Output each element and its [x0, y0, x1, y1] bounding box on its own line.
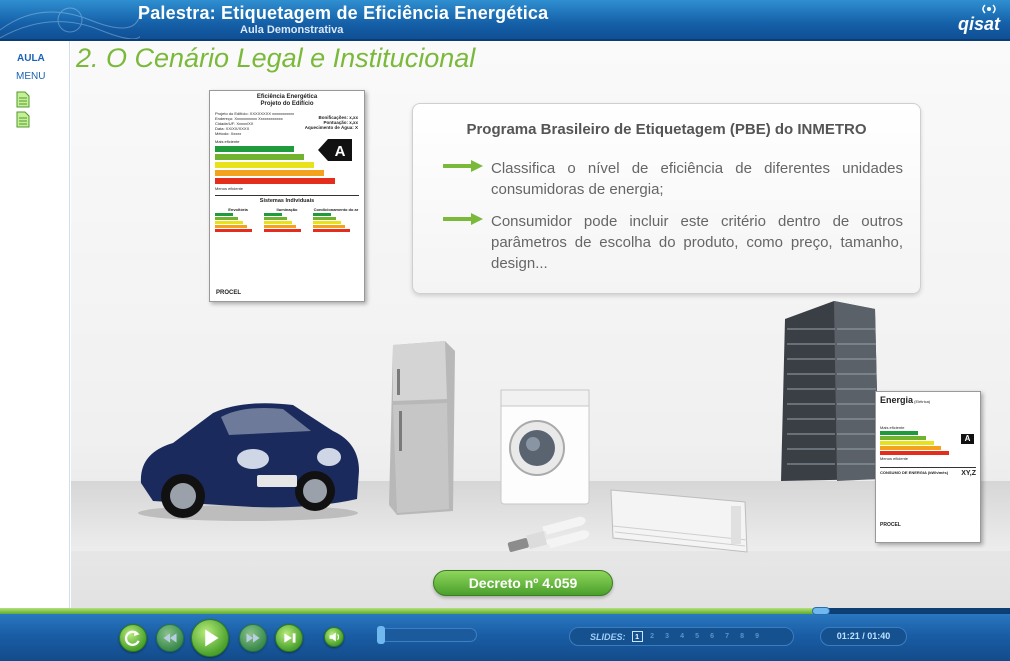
bullet-item: Classifica o nível de eficiência de dife… — [443, 158, 903, 200]
nav-aula[interactable]: AULA — [17, 53, 45, 64]
bullet-item: Consumidor pode incluir este critério de… — [443, 211, 903, 274]
slide-number[interactable]: 7 — [722, 631, 733, 642]
procel-logo: PROCEL — [216, 290, 242, 296]
system-air-conditioning: Condicionamento do ar — [313, 207, 359, 233]
label-heating: Aquecimento de Água: X — [304, 125, 358, 130]
nav-menu[interactable]: MENU — [16, 71, 45, 82]
play-icon — [205, 629, 219, 647]
energy-bar-d — [215, 170, 325, 176]
energy-bar-c — [215, 162, 315, 168]
fast-forward-button[interactable] — [239, 624, 267, 652]
car-illustration — [138, 403, 359, 521]
slide-number[interactable]: 4 — [677, 631, 688, 642]
decree-button[interactable]: Decreto nº 4.059 — [433, 570, 613, 596]
header-decoration — [0, 7, 140, 39]
course-subtitle: Aula Demonstrativa — [240, 24, 344, 36]
slide-number[interactable]: 6 — [707, 631, 718, 642]
building-energy-label: Eficiência Energética Projeto do Edifíci… — [209, 90, 365, 302]
slides-navigator: SLIDES: 1 2 3 4 5 6 7 8 9 — [569, 627, 794, 646]
document-icon[interactable] — [16, 111, 30, 128]
appliance-energy-label: Energia (Elétrica) Mais eficiente Menos … — [875, 391, 981, 543]
bullet-text: Classifica o nível de eficiência de dife… — [491, 160, 903, 198]
grade-badge: A — [961, 434, 974, 444]
systems-title: Sistemas Individuais — [259, 198, 315, 204]
building-illustration — [781, 301, 879, 481]
next-button[interactable] — [275, 624, 303, 652]
time-display: 01:21 / 01:40 — [820, 627, 907, 646]
play-button[interactable] — [191, 619, 229, 657]
consumption-value: XY,Z — [961, 470, 976, 477]
volume-button[interactable] — [324, 627, 344, 647]
pbe-info-box: Programa Brasileiro de Etiquetagem (PBE)… — [412, 103, 921, 294]
least-efficient: Menos eficiente — [880, 456, 909, 461]
slide-stage: 2. O Cenário Legal e Institucional Efici… — [71, 41, 1010, 608]
slide-number[interactable]: 1 — [631, 631, 643, 642]
rewind-icon — [163, 633, 177, 643]
fast-forward-icon — [246, 633, 260, 643]
skip-next-icon — [284, 633, 296, 643]
most-efficient: Mais eficiente — [880, 425, 905, 430]
label2-title: Energia — [880, 395, 914, 405]
label2-subtitle: (Elétrica) — [914, 399, 931, 404]
bullet-text: Consumidor pode incluir este critério de… — [491, 213, 903, 272]
slide-number[interactable]: 8 — [737, 631, 748, 642]
header-bar: Palestra: Etiquetagem de Eficiência Ener… — [0, 0, 1010, 41]
system-name: Condicionamento do ar — [313, 207, 359, 212]
volume-knob[interactable] — [377, 626, 385, 644]
refrigerator-illustration — [389, 341, 455, 515]
least-efficient: Menos eficiente — [215, 186, 244, 191]
slide-number[interactable]: 2 — [647, 631, 658, 642]
green-arrow-icon — [443, 213, 483, 225]
label-row: Método: Xxxxx — [215, 131, 242, 136]
replay-icon — [124, 630, 140, 646]
energy-bar-e — [215, 178, 335, 184]
energy-bar-b — [215, 154, 305, 160]
pbe-heading: Programa Brasileiro de Etiquetagem (PBE)… — [466, 121, 867, 138]
course-title: Palestra: Etiquetagem de Eficiência Ener… — [138, 3, 549, 23]
system-envelope: Envoltória — [215, 207, 261, 233]
lamp-illustration — [507, 516, 590, 552]
document-icon[interactable] — [16, 91, 30, 108]
air-conditioner-illustration — [610, 489, 748, 553]
system-name: Envoltória — [228, 207, 248, 212]
procel-logo: PROCEL — [880, 522, 901, 528]
slide-number[interactable]: 5 — [692, 631, 703, 642]
green-arrow-icon — [443, 160, 483, 172]
label-title: Eficiência Energética — [256, 94, 318, 100]
grade-arrow: A — [318, 139, 352, 161]
washing-machine-illustration — [500, 389, 590, 505]
slide-number[interactable]: 3 — [662, 631, 673, 642]
brand-logo: qisat — [957, 14, 1000, 34]
label-subtitle: Projeto do Edifício — [260, 101, 314, 107]
slide-number[interactable]: 9 — [752, 631, 763, 642]
grade-letter: A — [335, 143, 346, 160]
energy-bar-a — [215, 146, 295, 152]
rewind-button[interactable] — [156, 624, 184, 652]
system-lighting: Iluminação — [264, 207, 310, 233]
consumption-label: CONSUMO DE ENERGIA (kWh/mês) — [880, 470, 949, 475]
slide-title: 2. O Cenário Legal e Institucional — [76, 43, 476, 73]
slides-label: SLIDES: — [590, 631, 626, 642]
progress-knob[interactable] — [812, 607, 830, 615]
replay-button[interactable] — [119, 624, 147, 652]
left-menu: AULA MENU — [0, 41, 70, 608]
volume-slider[interactable] — [377, 628, 477, 642]
progress-bar[interactable] — [0, 607, 1010, 615]
system-name: Iluminação — [276, 207, 298, 212]
speaker-icon — [329, 632, 340, 642]
progress-fill — [0, 608, 829, 614]
